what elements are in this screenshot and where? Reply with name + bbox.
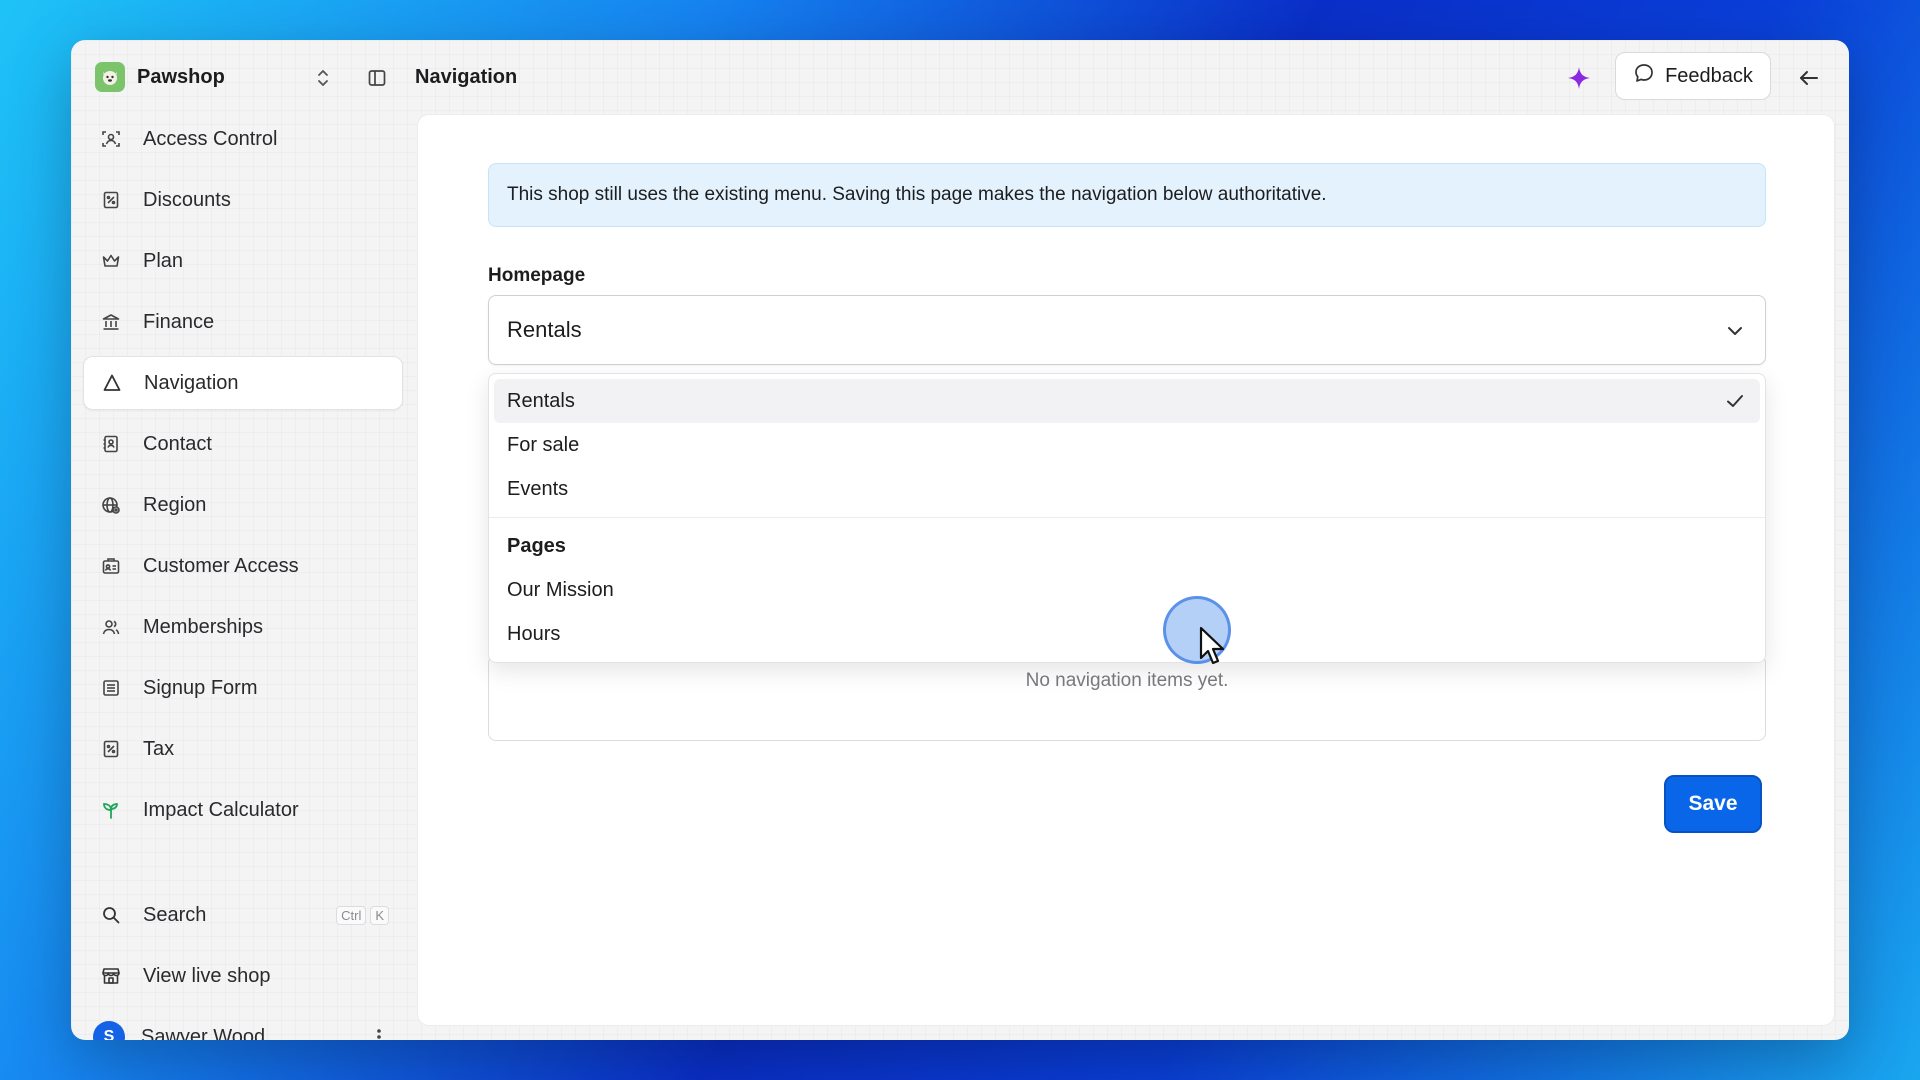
empty-state-text: No navigation items yet. xyxy=(1025,670,1229,691)
sidebar-item-label: Region xyxy=(143,493,207,516)
sidebar-item-tax[interactable]: Tax xyxy=(83,722,403,776)
homepage-select-value: Rentals xyxy=(507,317,582,342)
info-banner: This shop still uses the existing menu. … xyxy=(488,163,1766,227)
sidebar-item-label: Memberships xyxy=(143,615,264,638)
more-vertical-icon[interactable] xyxy=(369,1025,389,1040)
user-name: Sawyer Wood xyxy=(141,1025,266,1041)
sidebar-item-label: Tax xyxy=(143,737,175,760)
contact-icon xyxy=(99,432,123,456)
option-our-mission[interactable]: Our Mission xyxy=(494,568,1760,612)
avatar: S xyxy=(93,1021,125,1040)
sidebar-item-label: Signup Form xyxy=(143,676,258,699)
brand[interactable]: Pawshop xyxy=(95,62,225,92)
sidebar-item-discounts[interactable]: Discounts xyxy=(83,173,403,227)
sidebar-item-navigation[interactable]: Navigation xyxy=(83,356,403,410)
main-panel: This shop still uses the existing menu. … xyxy=(417,114,1835,1026)
search-icon xyxy=(99,903,123,927)
homepage-select[interactable]: Rentals xyxy=(488,295,1766,365)
option-label: Rentals xyxy=(507,389,575,412)
sidebar-item-plan[interactable]: Plan xyxy=(83,234,403,288)
sprout-icon xyxy=(99,798,123,822)
option-events[interactable]: Events xyxy=(494,467,1760,511)
globe-icon xyxy=(99,493,123,517)
search-button[interactable]: Search Ctrl K xyxy=(83,888,403,942)
discount-icon xyxy=(99,188,123,212)
sidebar-item-finance[interactable]: Finance xyxy=(83,295,403,349)
access-control-icon xyxy=(99,127,123,151)
shortcut-key-ctrl: Ctrl xyxy=(336,905,367,925)
search-label: Search xyxy=(143,903,207,926)
bank-icon xyxy=(99,310,123,334)
option-hours[interactable]: Hours xyxy=(494,612,1760,656)
feedback-label: Feedback xyxy=(1665,64,1753,87)
sidebar-item-label: Customer Access xyxy=(143,554,299,577)
pages-group-label: Pages xyxy=(507,534,566,557)
option-label: For sale xyxy=(507,433,580,456)
sidebar-item-label: Finance xyxy=(143,310,215,333)
sidebar-item-label: Impact Calculator xyxy=(143,798,299,821)
option-rentals[interactable]: Rentals xyxy=(494,379,1760,423)
tax-icon xyxy=(99,737,123,761)
sidebar-item-label: Plan xyxy=(143,249,184,272)
app-window: Pawshop Navigation Feedback Access Contr… xyxy=(71,40,1849,1040)
sidebar-item-access-control[interactable]: Access Control xyxy=(83,112,403,166)
view-live-shop-button[interactable]: View live shop xyxy=(83,949,403,1003)
sidebar-item-label: Navigation xyxy=(144,371,239,394)
view-live-shop-label: View live shop xyxy=(143,964,271,987)
sidebar-item-memberships[interactable]: Memberships xyxy=(83,600,403,654)
sidebar-item-label: Contact xyxy=(143,432,212,455)
sidebar-item-impact-calculator[interactable]: Impact Calculator xyxy=(83,783,403,837)
dropdown-divider xyxy=(489,517,1765,518)
sidebar-item-customer-access[interactable]: Customer Access xyxy=(83,539,403,593)
sidebar-footer: Search Ctrl K View live shop S Sawyer Wo… xyxy=(83,888,403,1040)
check-icon xyxy=(1724,390,1746,412)
sidebar: Access Control Discounts Plan Finance Na… xyxy=(83,112,403,844)
sidebar-item-signup-form[interactable]: Signup Form xyxy=(83,661,403,715)
cursor-arrow-icon xyxy=(1199,626,1229,666)
save-button[interactable]: Save xyxy=(1664,775,1762,833)
user-menu[interactable]: S Sawyer Wood xyxy=(83,1010,403,1040)
crown-icon xyxy=(99,249,123,273)
storefront-icon xyxy=(99,964,123,988)
chat-bubble-icon xyxy=(1633,62,1655,90)
sparkle-icon[interactable] xyxy=(1563,62,1595,94)
sidebar-item-label: Discounts xyxy=(143,188,231,211)
search-shortcut: Ctrl K xyxy=(332,905,389,925)
option-label: Hours xyxy=(507,622,561,645)
navigation-icon xyxy=(100,371,124,395)
sidebar-item-contact[interactable]: Contact xyxy=(83,417,403,471)
option-label: Events xyxy=(507,477,569,500)
brand-logo-icon xyxy=(95,62,125,92)
sidebar-item-region[interactable]: Region xyxy=(83,478,403,532)
sidebar-item-label: Access Control xyxy=(143,127,278,150)
feedback-button[interactable]: Feedback xyxy=(1615,52,1771,100)
option-for-sale[interactable]: For sale xyxy=(494,423,1760,467)
option-label: Our Mission xyxy=(507,578,614,601)
chevron-up-down-icon[interactable] xyxy=(311,64,335,92)
homepage-label: Homepage xyxy=(488,265,586,286)
arrow-left-icon[interactable] xyxy=(1793,62,1825,94)
page-title: Navigation xyxy=(415,66,518,88)
customer-access-icon xyxy=(99,554,123,578)
sidebar-toggle-icon[interactable] xyxy=(363,64,391,92)
navigation-items-card: No navigation items yet. xyxy=(488,655,1766,741)
homepage-dropdown: Rentals For sale Events Pages Our Missio… xyxy=(488,373,1766,663)
brand-name: Pawshop xyxy=(137,65,225,88)
users-icon xyxy=(99,615,123,639)
form-icon xyxy=(99,676,123,700)
shortcut-key-k: K xyxy=(370,905,389,925)
chevron-down-icon xyxy=(1723,319,1747,343)
